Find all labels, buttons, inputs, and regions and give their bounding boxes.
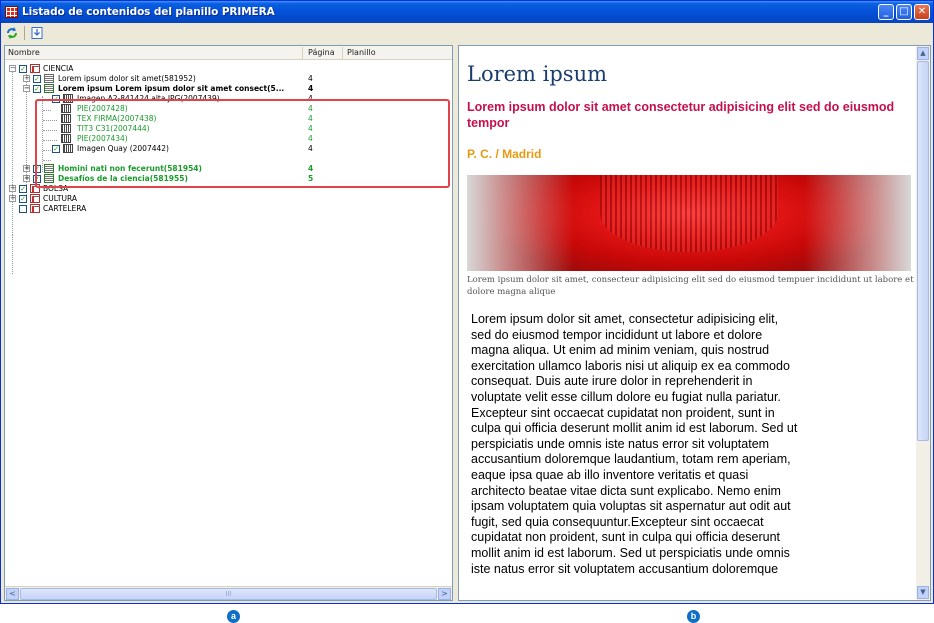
tree-item-label: Lorem ipsum Lorem ipsum dolor sit amet c… (58, 84, 285, 93)
article-preview-panel: Lorem ipsum Lorem ipsum dolor sit amet c… (458, 45, 931, 601)
collapse-toggle[interactable]: − (9, 65, 16, 72)
toolbar (1, 23, 933, 43)
tree-item-story-selected[interactable]: − ✓ Lorem ipsum Lorem ipsum dolor sit am… (5, 84, 445, 94)
tree-item-label: CARTELERA (43, 204, 87, 213)
article-subtitle: Lorem ipsum dolor sit amet consectetur a… (467, 100, 895, 130)
scroll-up-button[interactable]: ▲ (917, 47, 929, 60)
tree-item-label: Lorem ipsum dolor sit amet(581952) (58, 74, 196, 83)
scroll-right-button[interactable]: > (438, 588, 451, 600)
expand-toggle[interactable]: + (9, 195, 16, 202)
expand-toggle[interactable]: + (23, 175, 30, 182)
article-photo (467, 175, 911, 271)
horizontal-scrollbar[interactable]: < III > (5, 586, 452, 600)
article-body: Lorem ipsum dolor sit amet, consectetur … (471, 312, 798, 576)
checkbox[interactable] (19, 205, 27, 213)
column-planillo[interactable]: Planillo (347, 48, 376, 57)
expand-toggle[interactable]: + (23, 75, 30, 82)
app-icon (5, 6, 18, 18)
scroll-down-button[interactable]: ▼ (917, 586, 929, 599)
close-button[interactable]: ✕ (914, 4, 930, 20)
article-author: P. C. / Madrid (467, 147, 542, 161)
collapse-toggle[interactable]: − (23, 85, 30, 92)
refresh-icon[interactable] (4, 25, 20, 41)
highlight-callout (35, 99, 450, 188)
tree-item-cultura[interactable]: + ✓ CULTURA (5, 194, 445, 204)
scroll-left-button[interactable]: < (6, 588, 19, 600)
title-bar[interactable]: Listado de contenidos del planillo PRIME… (1, 1, 933, 23)
expand-toggle[interactable]: + (23, 165, 30, 172)
tree-item-cartelera[interactable]: CARTELERA (5, 204, 445, 214)
scroll-thumb[interactable]: III (20, 588, 437, 600)
story-icon (44, 84, 54, 93)
export-icon[interactable] (29, 25, 45, 41)
main-window: Listado de contenidos del planillo PRIME… (0, 0, 934, 604)
window-title: Listado de contenidos del planillo PRIME… (22, 6, 275, 18)
maximize-button[interactable]: □ (896, 4, 912, 20)
tree-item-label: CULTURA (43, 194, 77, 203)
column-name[interactable]: Nombre (8, 48, 40, 57)
checkbox[interactable]: ✓ (19, 185, 27, 193)
contents-tree-panel: Nombre Página Planillo − ✓ CIENCIA + ✓ L… (4, 45, 453, 601)
vertical-scrollbar[interactable]: ▲ ▼ (916, 46, 930, 600)
tree-item-ciencia[interactable]: − ✓ CIENCIA (5, 64, 445, 74)
minimize-button[interactable]: _ (878, 4, 894, 20)
section-icon (30, 194, 40, 203)
tree-item-page: 4 (308, 74, 313, 83)
tree-item-label: CIENCIA (43, 64, 74, 73)
column-page[interactable]: Página (308, 48, 335, 57)
photo-caption: Lorem ipsum dolor sit amet, consecteur a… (467, 275, 914, 297)
expand-toggle[interactable]: + (9, 185, 16, 192)
tree-item-page: 4 (308, 84, 314, 93)
section-icon (30, 64, 40, 73)
tree-item-story[interactable]: + ✓ Lorem ipsum dolor sit amet(581952) 4 (5, 74, 445, 84)
checkbox[interactable]: ✓ (19, 65, 27, 73)
callout-badge-a: a (227, 610, 240, 623)
callout-badge-b: b (687, 610, 700, 623)
checkbox[interactable]: ✓ (33, 75, 41, 83)
story-icon (44, 74, 54, 83)
section-icon (30, 204, 40, 213)
scroll-thumb[interactable] (917, 61, 929, 441)
toolbar-separator (24, 26, 25, 40)
tree-header: Nombre Página Planillo (5, 46, 452, 60)
checkbox[interactable]: ✓ (33, 85, 41, 93)
article-title: Lorem ipsum (467, 62, 608, 86)
tree-view: − ✓ CIENCIA + ✓ Lorem ipsum dolor sit am… (5, 60, 452, 586)
checkbox[interactable]: ✓ (19, 195, 27, 203)
